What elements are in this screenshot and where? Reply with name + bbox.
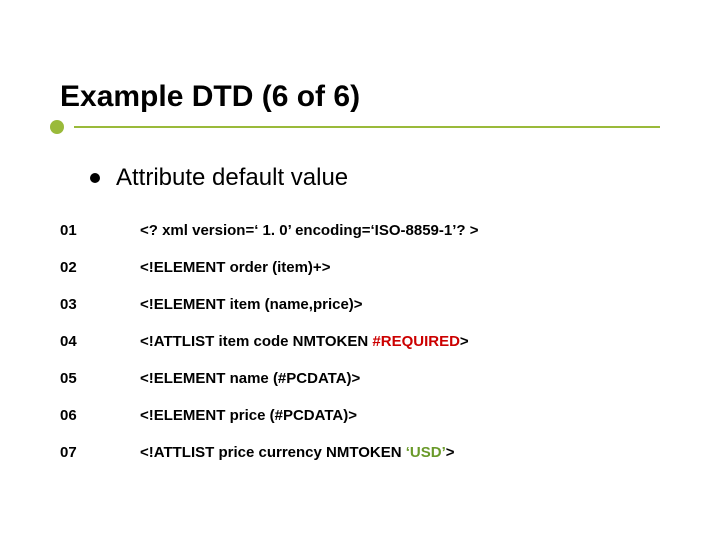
code-text-before: <? xml version=‘ 1. 0’ encoding=‘ISO-885… [140, 222, 478, 239]
code-line: <!ELEMENT order (item)+> [140, 259, 330, 276]
bullet-icon [90, 173, 100, 183]
slide-title: Example DTD (6 of 6) [60, 80, 660, 114]
code-line: <!ELEMENT price (#PCDATA)> [140, 407, 357, 424]
slide-body: Example DTD (6 of 6) Attribute default v… [0, 0, 720, 511]
code-line: <!ATTLIST price currency NMTOKEN ‘USD’> [140, 444, 455, 461]
code-line: <!ATTLIST item code NMTOKEN #REQUIRED> [140, 333, 469, 350]
code-line: <!ELEMENT name (#PCDATA)> [140, 370, 360, 387]
line-number: 06 [60, 407, 140, 424]
code-table: 01<? xml version=‘ 1. 0’ encoding=‘ISO-8… [60, 212, 660, 471]
code-highlight: #REQUIRED [372, 333, 460, 350]
code-text-before: <!ELEMENT price (#PCDATA)> [140, 407, 357, 424]
code-text-before: <!ELEMENT item (name,price)> [140, 296, 363, 313]
code-text-before: <!ATTLIST item code NMTOKEN [140, 333, 372, 350]
code-text-before: <!ATTLIST price currency NMTOKEN [140, 444, 406, 461]
code-row: 04<!ATTLIST item code NMTOKEN #REQUIRED> [60, 323, 660, 360]
line-number: 05 [60, 370, 140, 387]
subtitle-row: Attribute default value [90, 164, 660, 192]
accent-dot-icon [50, 120, 64, 134]
line-number: 02 [60, 259, 140, 276]
code-row: 02<!ELEMENT order (item)+> [60, 249, 660, 286]
title-underline [0, 120, 660, 134]
line-number: 07 [60, 444, 140, 461]
line-number: 03 [60, 296, 140, 313]
code-line: <!ELEMENT item (name,price)> [140, 296, 363, 313]
slide-subtitle: Attribute default value [116, 164, 348, 192]
accent-line [74, 126, 660, 128]
code-line: <? xml version=‘ 1. 0’ encoding=‘ISO-885… [140, 222, 478, 239]
code-text-after: > [446, 444, 455, 461]
line-number: 01 [60, 222, 140, 239]
code-text-before: <!ELEMENT order (item)+> [140, 259, 330, 276]
code-row: 03<!ELEMENT item (name,price)> [60, 286, 660, 323]
code-row: 07<!ATTLIST price currency NMTOKEN ‘USD’… [60, 434, 660, 471]
code-row: 01<? xml version=‘ 1. 0’ encoding=‘ISO-8… [60, 212, 660, 249]
line-number: 04 [60, 333, 140, 350]
code-text-before: <!ELEMENT name (#PCDATA)> [140, 370, 360, 387]
code-highlight: ‘USD’ [406, 444, 446, 461]
code-row: 06<!ELEMENT price (#PCDATA)> [60, 397, 660, 434]
code-text-after: > [460, 333, 469, 350]
code-row: 05<!ELEMENT name (#PCDATA)> [60, 360, 660, 397]
